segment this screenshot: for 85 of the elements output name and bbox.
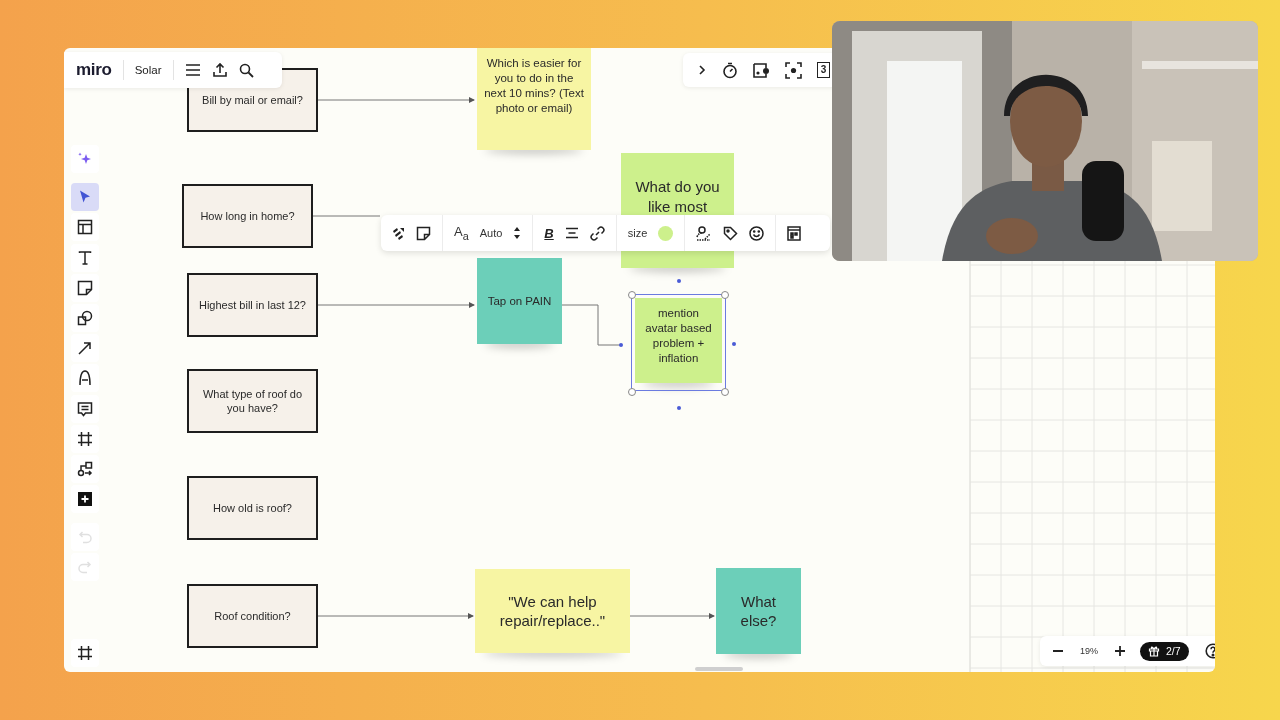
box-label: Roof condition? bbox=[214, 608, 291, 624]
comment-icon bbox=[77, 400, 93, 417]
connection-dot[interactable] bbox=[676, 406, 681, 410]
box-label: How old is roof? bbox=[213, 500, 292, 516]
focus-icon[interactable] bbox=[785, 61, 802, 79]
zoom-level[interactable]: 19% bbox=[1080, 646, 1098, 656]
sticky-note[interactable]: "We can help repair/replace.." bbox=[475, 569, 630, 653]
bold-button[interactable]: B bbox=[544, 225, 554, 241]
connector-line bbox=[312, 215, 381, 217]
menu-icon[interactable] bbox=[184, 63, 201, 77]
tool-button[interactable] bbox=[71, 454, 99, 483]
color-swatch[interactable] bbox=[658, 225, 674, 241]
link-icon[interactable] bbox=[589, 225, 605, 241]
sticky-note[interactable]: mention avatar based problem + inflation bbox=[635, 298, 722, 383]
timer-icon[interactable] bbox=[722, 61, 738, 79]
resize-handle[interactable] bbox=[721, 388, 729, 396]
user-icon[interactable] bbox=[696, 225, 713, 241]
flowchart-box[interactable]: How old is roof? bbox=[187, 476, 318, 540]
layout-icon[interactable] bbox=[787, 225, 802, 241]
sticky-icon bbox=[77, 279, 93, 296]
tool-button[interactable] bbox=[71, 394, 99, 423]
tool-button[interactable] bbox=[71, 213, 99, 242]
tool-button[interactable] bbox=[71, 243, 99, 272]
arrow-icon bbox=[77, 340, 93, 357]
box-label: What type of roof do you have? bbox=[201, 386, 304, 416]
chevron-icon[interactable] bbox=[697, 64, 707, 76]
sticky-text: Which is easier for you to do in the next 10 mins? (Text photo or email) bbox=[483, 56, 585, 116]
diagram-icon bbox=[77, 460, 93, 477]
text-icon bbox=[77, 249, 93, 266]
connection-dot[interactable] bbox=[732, 341, 736, 346]
flowchart-box[interactable]: Roof condition? bbox=[187, 584, 318, 648]
connection-dot[interactable] bbox=[676, 279, 681, 283]
stepper-icon[interactable] bbox=[513, 226, 522, 240]
tool-button[interactable] bbox=[71, 485, 99, 514]
sticky-text: "We can help repair/replace.." bbox=[498, 591, 607, 631]
flowchart-box[interactable]: What type of roof do you have? bbox=[187, 369, 318, 433]
flowchart-box[interactable]: How long in home? bbox=[182, 184, 313, 248]
resize-handle[interactable] bbox=[628, 388, 636, 396]
add-icon bbox=[77, 491, 93, 508]
sticky-text: What else? bbox=[739, 591, 778, 631]
board-name[interactable]: Solar bbox=[134, 64, 162, 76]
sticky-text: What do you like most bbox=[634, 177, 721, 216]
sticky-text: Tap on PAIN bbox=[487, 293, 552, 309]
font-size-value[interactable]: Auto bbox=[479, 227, 503, 239]
undo-icon bbox=[77, 529, 93, 546]
connector-arrow bbox=[561, 304, 623, 347]
tool-button[interactable] bbox=[71, 334, 99, 363]
tool-button[interactable] bbox=[71, 424, 99, 453]
zoom-in-icon[interactable] bbox=[1114, 645, 1126, 657]
size-label[interactable]: size bbox=[627, 227, 648, 239]
sticky-text: mention avatar based problem + inflation bbox=[644, 306, 713, 366]
frame-icon bbox=[77, 430, 93, 447]
templates-icon bbox=[77, 219, 93, 236]
sticky-icon[interactable] bbox=[416, 225, 431, 241]
tool-button[interactable] bbox=[71, 364, 99, 393]
redo-icon bbox=[77, 559, 93, 576]
search-icon[interactable] bbox=[238, 62, 254, 78]
sticky-note[interactable]: What else? bbox=[716, 568, 801, 654]
calendar-icon[interactable]: 3 bbox=[817, 62, 830, 78]
tool-button[interactable] bbox=[71, 303, 99, 332]
frames-button[interactable]: 2/7 bbox=[1140, 641, 1189, 661]
upload-icon[interactable] bbox=[211, 62, 228, 78]
sticky-note[interactable]: Tap on PAIN bbox=[477, 258, 562, 344]
flowchart-box[interactable]: Highest bill in last 12? bbox=[187, 273, 318, 337]
box-label: Highest bill in last 12? bbox=[199, 297, 306, 313]
box-label: How long in home? bbox=[200, 208, 295, 224]
align-center-icon[interactable] bbox=[564, 227, 579, 239]
connectors-icon[interactable] bbox=[391, 226, 405, 240]
font-icon[interactable]: A$_{a}$ bbox=[454, 224, 469, 242]
emoji-icon[interactable] bbox=[749, 225, 765, 241]
sticky-note[interactable]: Which is easier for you to do in the next 10 mins? (Text photo or email) bbox=[477, 48, 591, 150]
tool-button[interactable] bbox=[71, 273, 99, 302]
resize-handle[interactable] bbox=[721, 291, 729, 299]
frames-panel-icon bbox=[77, 644, 93, 661]
selection-frame[interactable] bbox=[631, 294, 726, 391]
gift-icon bbox=[1148, 645, 1160, 657]
scrollbar[interactable] bbox=[695, 667, 743, 671]
sticky-icon[interactable] bbox=[753, 62, 770, 78]
shapes-icon bbox=[77, 309, 93, 326]
tool-button[interactable] bbox=[71, 638, 99, 667]
tag-icon[interactable] bbox=[723, 225, 739, 241]
miro-logo[interactable]: miro bbox=[76, 60, 112, 80]
resize-handle[interactable] bbox=[628, 291, 636, 299]
pen-icon bbox=[77, 370, 93, 387]
box-label: Bill by mail or email? bbox=[202, 92, 303, 108]
